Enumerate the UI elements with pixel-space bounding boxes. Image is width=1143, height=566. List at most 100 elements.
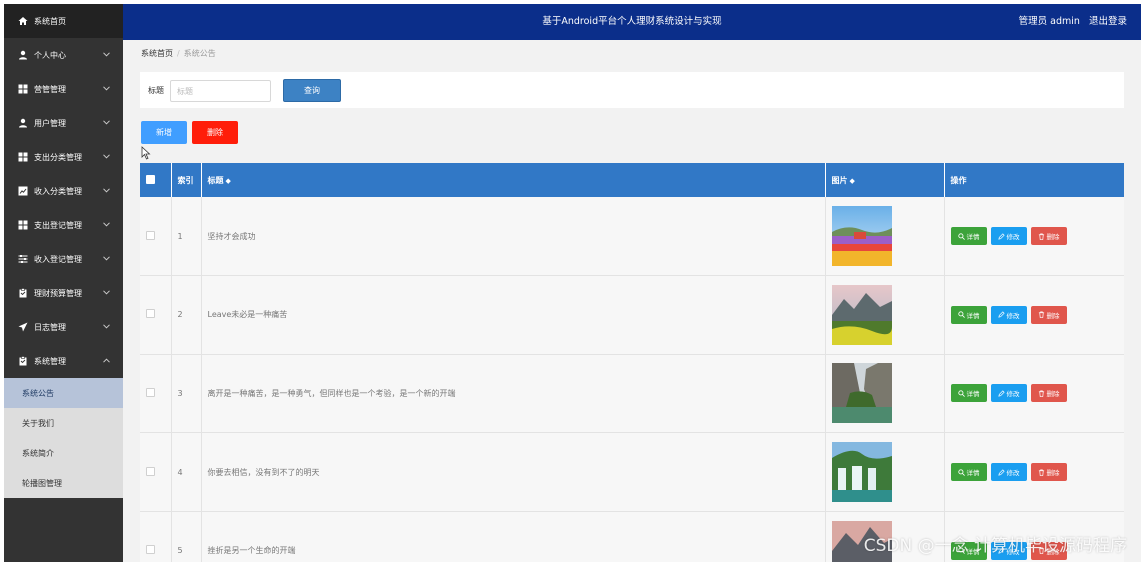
sidebar-item-label: 收入登记管理 bbox=[34, 254, 82, 264]
row-checkbox[interactable] bbox=[146, 466, 155, 476]
breadcrumb-separator: / bbox=[177, 49, 180, 58]
chevron-down-icon bbox=[101, 253, 111, 263]
detail-button-label: 详情 bbox=[966, 233, 980, 242]
sidebar-item-management[interactable]: 营管管理 bbox=[4, 72, 123, 106]
row-title: 挫折是另一个生命的开端 bbox=[201, 511, 826, 562]
submenu-item-announcements[interactable]: 系统公告 bbox=[4, 378, 123, 408]
row-image-cell bbox=[825, 354, 945, 433]
row-checkbox[interactable] bbox=[146, 230, 155, 240]
sidebar-item-label: 日志管理 bbox=[34, 322, 66, 332]
home-icon bbox=[18, 16, 28, 26]
row-checkbox[interactable] bbox=[146, 545, 155, 555]
clipboard-icon bbox=[18, 356, 28, 366]
batch-delete-button[interactable]: 删除 bbox=[192, 121, 238, 144]
row-select-cell bbox=[140, 432, 172, 512]
row-actions: 详情 修改 删除 bbox=[950, 463, 1125, 482]
edit-button[interactable]: 修改 bbox=[990, 227, 1027, 246]
pencil-icon bbox=[997, 468, 1005, 476]
column-header-label: 标题 bbox=[207, 175, 224, 185]
table-row: 2 Leave未必是一种痛苦 详情 修改 删除 bbox=[140, 275, 1124, 355]
sidebar-item-income-register[interactable]: 收入登记管理 bbox=[4, 242, 123, 276]
column-header-label: 图片 bbox=[831, 175, 848, 185]
grid-icon bbox=[18, 84, 28, 94]
search-bar: 标题 查询 bbox=[140, 72, 1124, 108]
submenu-item-system-intro[interactable]: 系统简介 bbox=[4, 438, 123, 468]
edit-button[interactable]: 修改 bbox=[990, 384, 1027, 403]
row-index: 5 bbox=[171, 511, 202, 562]
logout-link[interactable]: 退出登录 bbox=[1089, 16, 1127, 27]
trash-icon bbox=[1038, 469, 1044, 476]
cliff-lake-image bbox=[831, 363, 892, 424]
announcements-table: 索引 标题 ◆ 图片 ◆ 操作 1 坚持才会成功 详情 修改 删除 2 Leav… bbox=[140, 163, 1124, 562]
detail-button[interactable]: 详情 bbox=[950, 463, 987, 482]
delete-button[interactable]: 删除 bbox=[1030, 384, 1067, 403]
submenu-item-carousel[interactable]: 轮播图管理 bbox=[4, 468, 123, 498]
search-icon bbox=[957, 468, 965, 476]
sidebar-item-expense-register[interactable]: 支出登记管理 bbox=[4, 208, 123, 242]
detail-button-label: 详情 bbox=[966, 390, 980, 399]
row-checkbox[interactable] bbox=[146, 387, 155, 397]
submenu-item-label: 系统公告 bbox=[22, 388, 54, 398]
submenu-item-label: 轮播图管理 bbox=[22, 478, 62, 488]
column-header-ops: 操作 bbox=[944, 163, 1124, 197]
select-all-checkbox[interactable] bbox=[146, 174, 155, 184]
sidebar-item-label: 理财预算管理 bbox=[34, 288, 82, 298]
detail-button-label: 详情 bbox=[966, 469, 980, 478]
row-title: Leave未必是一种痛苦 bbox=[201, 275, 826, 355]
sidebar-item-budget[interactable]: 理财预算管理 bbox=[4, 276, 123, 310]
top-header: 基于Android平台个人理财系统设计与实现 管理员 admin 退出登录 bbox=[123, 4, 1141, 40]
column-header-label: 操作 bbox=[950, 175, 967, 185]
sidebar-item-users[interactable]: 用户管理 bbox=[4, 106, 123, 140]
breadcrumb-current: 系统公告 bbox=[183, 49, 216, 58]
row-ops-cell: 详情 修改 删除 bbox=[944, 197, 1124, 276]
mountain-meadow-image bbox=[831, 284, 892, 345]
pencil-icon bbox=[997, 390, 1005, 397]
row-index: 1 bbox=[171, 197, 202, 276]
delete-button-label: 删除 bbox=[1046, 469, 1060, 478]
submenu-item-about-us[interactable]: 关于我们 bbox=[4, 408, 123, 438]
breadcrumb-home[interactable]: 系统首页 bbox=[141, 49, 173, 58]
trash-icon bbox=[1038, 390, 1044, 397]
row-index: 3 bbox=[171, 354, 202, 433]
chart-icon bbox=[18, 186, 28, 196]
delete-button[interactable]: 删除 bbox=[1030, 305, 1067, 324]
pencil-icon bbox=[997, 232, 1005, 240]
user-icon bbox=[18, 50, 28, 60]
sidebar-item-label: 用户管理 bbox=[34, 118, 66, 128]
sidebar-item-personal-center[interactable]: 个人中心 bbox=[4, 38, 123, 72]
edit-button[interactable]: 修改 bbox=[990, 305, 1027, 324]
delete-button[interactable]: 删除 bbox=[1030, 227, 1067, 246]
sidebar-item-label: 营管管理 bbox=[34, 84, 66, 94]
edit-button-label: 修改 bbox=[1006, 311, 1020, 320]
breadcrumb: 系统首页 / 系统公告 bbox=[141, 48, 216, 59]
row-title: 坚持才会成功 bbox=[201, 197, 826, 276]
delete-button[interactable]: 删除 bbox=[1030, 463, 1067, 482]
detail-button[interactable]: 详情 bbox=[950, 227, 987, 246]
add-button[interactable]: 新增 bbox=[141, 121, 187, 144]
detail-button[interactable]: 详情 bbox=[950, 305, 987, 324]
row-select-cell bbox=[140, 197, 172, 276]
detail-button[interactable]: 详情 bbox=[950, 384, 987, 403]
sidebar-item-logs[interactable]: 日志管理 bbox=[4, 310, 123, 344]
sliders-icon bbox=[18, 254, 28, 264]
row-checkbox[interactable] bbox=[146, 309, 155, 319]
system-submenu: 系统公告 关于我们 系统简介 轮播图管理 bbox=[4, 378, 123, 498]
column-header-image[interactable]: 图片 ◆ bbox=[825, 163, 945, 197]
title-search-input[interactable] bbox=[170, 80, 271, 102]
flower-field-image bbox=[831, 206, 892, 267]
sidebar-item-home[interactable]: 系统首页 bbox=[4, 4, 123, 38]
sidebar-item-label: 收入分类管理 bbox=[34, 186, 82, 196]
header-user-area: 管理员 admin 退出登录 bbox=[1013, 4, 1127, 40]
waterfall-image bbox=[831, 442, 892, 503]
mouse-cursor-icon bbox=[141, 146, 151, 160]
query-button[interactable]: 查询 bbox=[283, 79, 341, 102]
column-header-title[interactable]: 标题 ◆ bbox=[201, 163, 826, 197]
sidebar-item-system[interactable]: 系统管理 bbox=[4, 344, 123, 378]
row-select-cell bbox=[140, 275, 172, 355]
sidebar-item-expense-category[interactable]: 支出分类管理 bbox=[4, 140, 123, 174]
search-icon bbox=[957, 390, 965, 397]
edit-button[interactable]: 修改 bbox=[990, 463, 1027, 482]
sidebar-item-income-category[interactable]: 收入分类管理 bbox=[4, 174, 123, 208]
row-image-cell bbox=[825, 432, 945, 512]
edit-button-label: 修改 bbox=[1006, 390, 1020, 399]
